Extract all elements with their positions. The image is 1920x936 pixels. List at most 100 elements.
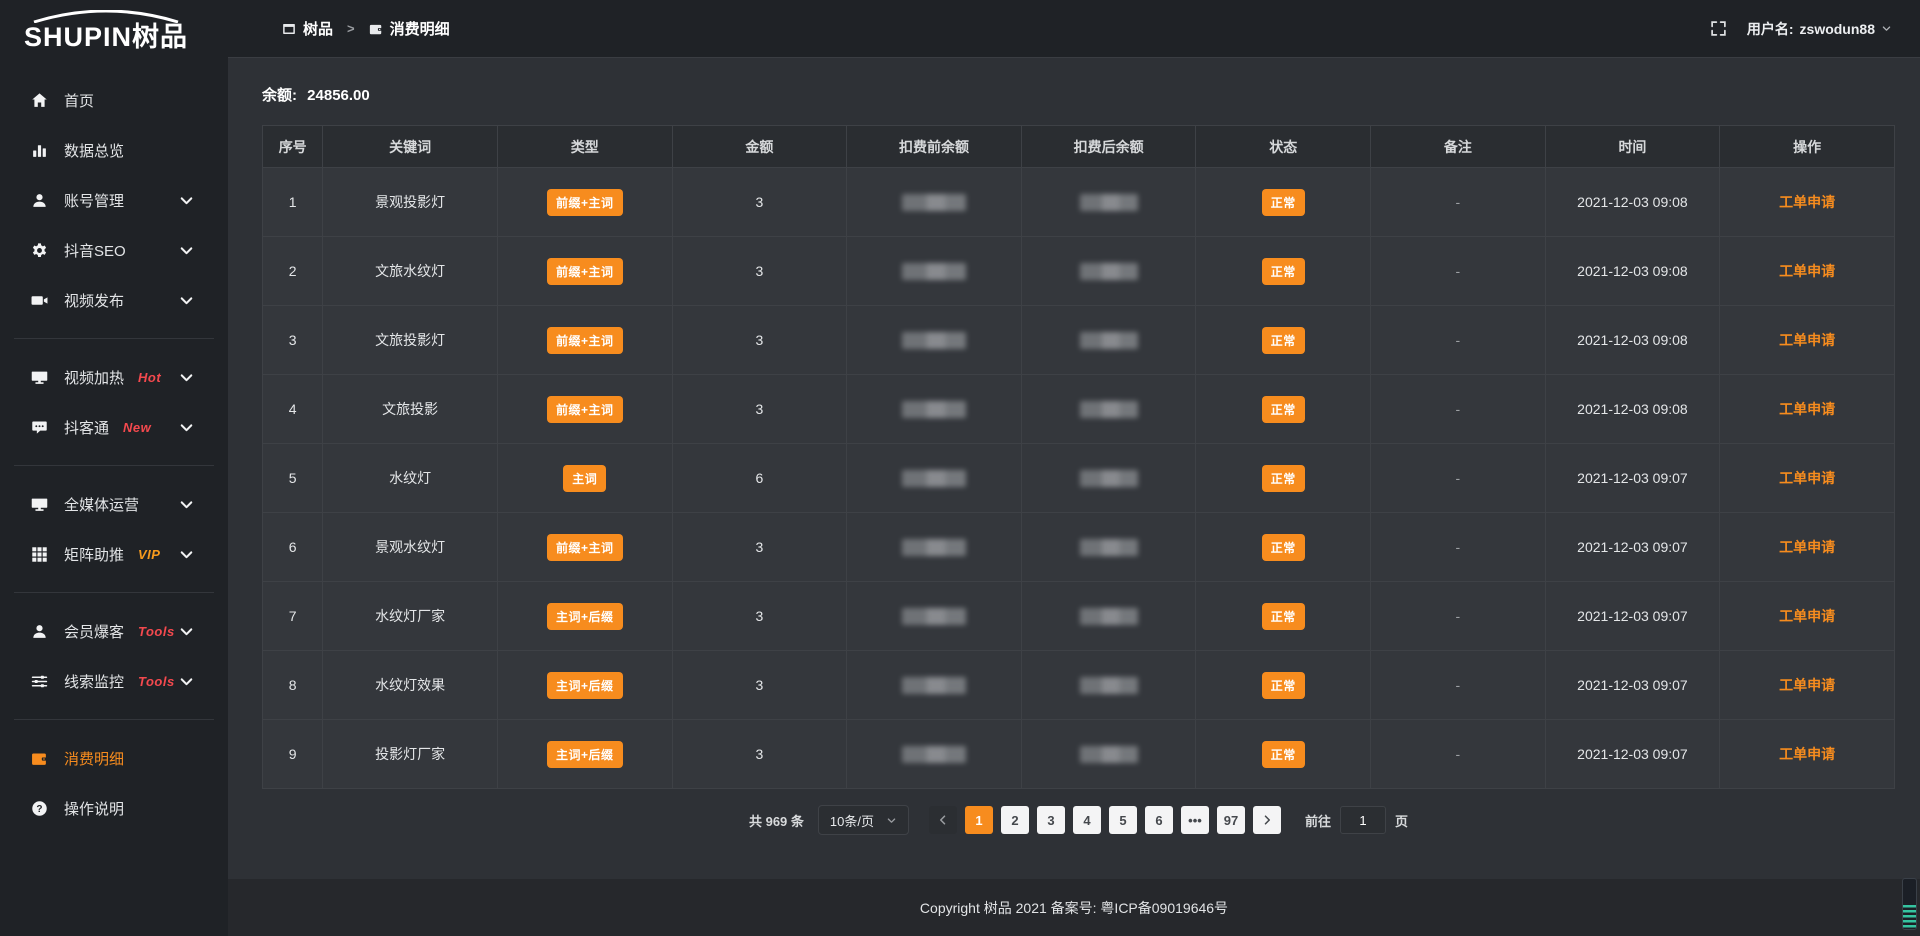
cell-keyword: 文旅水纹灯 (323, 237, 498, 306)
column-header-关键词: 关键词 (323, 126, 498, 168)
column-header-扣费前余额: 扣费前余额 (847, 126, 1022, 168)
chevron-down-icon (177, 292, 196, 309)
cell-time: 2021-12-03 09:07 (1545, 720, 1720, 789)
page-button-6[interactable]: 6 (1145, 806, 1173, 834)
sidebar-item-抖音SEO[interactable]: 抖音SEO (0, 225, 228, 275)
note-value: - (1456, 263, 1461, 279)
redacted-post-balance (1080, 332, 1138, 349)
table-row: 7水纹灯厂家主词+后缀3正常-2021-12-03 09:07工单申请 (263, 582, 1895, 651)
sidebar-item-tag: Tools (138, 674, 175, 689)
cell-note: - (1371, 651, 1546, 720)
pager-ellipsis[interactable]: ••• (1181, 806, 1209, 834)
sidebar-item-label: 数据总览 (64, 140, 124, 161)
work-order-link[interactable]: 工单申请 (1779, 332, 1835, 348)
sidebar-item-账号管理[interactable]: 账号管理 (0, 175, 228, 225)
sidebar-item-label: 会员爆客 (64, 621, 124, 642)
sidebar-item-会员爆客[interactable]: 会员爆客Tools (0, 606, 228, 656)
status-badge: 正常 (1262, 327, 1305, 354)
sidebar-item-全媒体运营[interactable]: 全媒体运营 (0, 479, 228, 529)
work-order-link[interactable]: 工单申请 (1779, 263, 1835, 279)
type-badge: 前缀+主词 (547, 327, 623, 354)
sidebar-item-视频加热[interactable]: 视频加热Hot (0, 352, 228, 402)
page-button-97[interactable]: 97 (1217, 806, 1245, 834)
cell-pre-balance (847, 651, 1022, 720)
work-order-link[interactable]: 工单申请 (1779, 746, 1835, 762)
table-row: 3文旅投影灯前缀+主词3正常-2021-12-03 09:08工单申请 (263, 306, 1895, 375)
breadcrumb-item-home[interactable]: 树品 (282, 18, 333, 39)
redacted-post-balance (1080, 677, 1138, 694)
cell-keyword: 景观水纹灯 (323, 513, 498, 582)
cell-action: 工单申请 (1720, 237, 1895, 306)
page-size-value: 10条/页 (830, 811, 874, 830)
main-column: 树品 > 消费明细 用户名: zswodun88 余额: 24856.00 (228, 0, 1920, 936)
fullscreen-icon[interactable] (1710, 20, 1727, 37)
chevron-down-icon (177, 192, 196, 209)
work-order-link[interactable]: 工单申请 (1779, 677, 1835, 693)
user-dropdown[interactable]: 用户名: zswodun88 (1747, 19, 1892, 39)
cell-pre-balance (847, 582, 1022, 651)
table-row: 2文旅水纹灯前缀+主词3正常-2021-12-03 09:08工单申请 (263, 237, 1895, 306)
redacted-pre-balance (902, 608, 966, 625)
page-button-1[interactable]: 1 (965, 806, 993, 834)
cell-post-balance (1021, 444, 1196, 513)
status-badge: 正常 (1262, 603, 1305, 630)
sidebar: SHUPIN树品 首页数据总览账号管理抖音SEO视频发布视频加热Hot抖客通Ne… (0, 0, 228, 936)
redacted-post-balance (1080, 194, 1138, 211)
cell-note: - (1371, 168, 1546, 237)
redacted-post-balance (1080, 263, 1138, 280)
page-button-4[interactable]: 4 (1073, 806, 1101, 834)
cell-status: 正常 (1196, 375, 1371, 444)
cell-index: 2 (263, 237, 323, 306)
work-order-link[interactable]: 工单申请 (1779, 194, 1835, 210)
prev-page-button[interactable] (929, 806, 957, 834)
cell-action: 工单申请 (1720, 444, 1895, 513)
chevron-down-icon (177, 623, 196, 640)
cell-time: 2021-12-03 09:08 (1545, 168, 1720, 237)
page-button-3[interactable]: 3 (1037, 806, 1065, 834)
cell-status: 正常 (1196, 582, 1371, 651)
cell-type: 主词+后缀 (497, 651, 672, 720)
sidebar-item-抖客通[interactable]: 抖客通New (0, 402, 228, 452)
sidebar-item-首页[interactable]: 首页 (0, 75, 228, 125)
sidebar-item-数据总览[interactable]: 数据总览 (0, 125, 228, 175)
status-badge: 正常 (1262, 672, 1305, 699)
cell-index: 9 (263, 720, 323, 789)
page-button-5[interactable]: 5 (1109, 806, 1137, 834)
sidebar-item-操作说明[interactable]: ?操作说明 (0, 783, 228, 833)
redacted-pre-balance (902, 746, 966, 763)
cell-post-balance (1021, 306, 1196, 375)
page-size-select[interactable]: 10条/页 (818, 805, 909, 835)
next-page-button[interactable] (1253, 806, 1281, 834)
page-scroll-widget[interactable] (1902, 878, 1917, 930)
breadcrumb-item-current[interactable]: 消费明细 (369, 18, 450, 39)
status-badge: 正常 (1262, 534, 1305, 561)
work-order-link[interactable]: 工单申请 (1779, 470, 1835, 486)
cell-amount: 3 (672, 513, 847, 582)
page-button-2[interactable]: 2 (1001, 806, 1029, 834)
topbar: 树品 > 消费明细 用户名: zswodun88 (228, 0, 1920, 58)
work-order-link[interactable]: 工单申请 (1779, 608, 1835, 624)
work-order-link[interactable]: 工单申请 (1779, 401, 1835, 417)
work-order-link[interactable]: 工单申请 (1779, 539, 1835, 555)
sidebar-item-label: 视频发布 (64, 290, 124, 311)
app-icon (282, 22, 296, 36)
redacted-post-balance (1080, 401, 1138, 418)
redacted-pre-balance (902, 401, 966, 418)
gear-icon (30, 242, 49, 259)
breadcrumb-separator: > (343, 21, 359, 36)
sidebar-item-矩阵助推[interactable]: 矩阵助推VIP (0, 529, 228, 579)
cell-note: - (1371, 513, 1546, 582)
cell-type: 主词+后缀 (497, 582, 672, 651)
goto-page-input[interactable] (1340, 806, 1386, 834)
table-row: 6景观水纹灯前缀+主词3正常-2021-12-03 09:07工单申请 (263, 513, 1895, 582)
sidebar-item-label: 抖客通 (64, 417, 109, 438)
column-header-备注: 备注 (1371, 126, 1546, 168)
cell-amount: 3 (672, 720, 847, 789)
cell-keyword: 水纹灯厂家 (323, 582, 498, 651)
type-badge: 前缀+主词 (547, 258, 623, 285)
sidebar-item-label: 账号管理 (64, 190, 124, 211)
sidebar-item-视频发布[interactable]: 视频发布 (0, 275, 228, 325)
sidebar-item-线索监控[interactable]: 线索监控Tools (0, 656, 228, 706)
cell-type: 前缀+主词 (497, 168, 672, 237)
sidebar-item-消费明细[interactable]: 消费明细 (0, 733, 228, 783)
